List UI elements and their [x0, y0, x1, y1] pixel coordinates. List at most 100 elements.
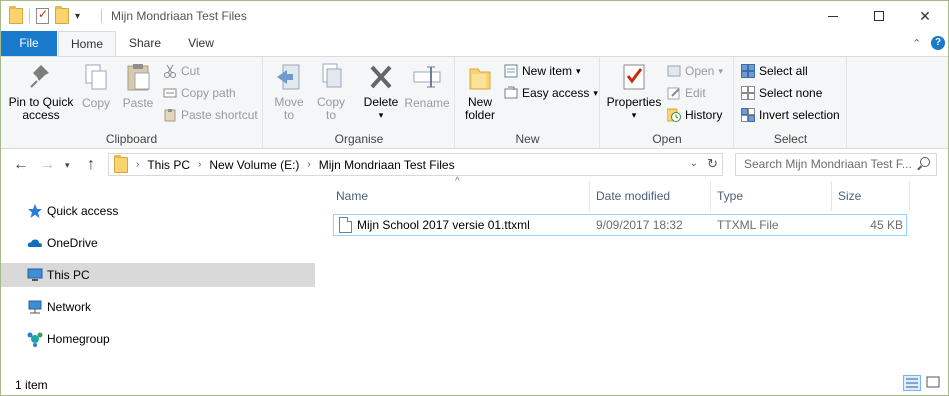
nav-label: Quick access	[47, 204, 119, 218]
delete-dropdown-icon[interactable]: ▾	[360, 109, 402, 122]
history-button[interactable]: History	[666, 105, 722, 125]
cut-button[interactable]: Cut	[163, 61, 200, 81]
select-none-label: Select none	[759, 86, 823, 100]
close-button[interactable]: ✕	[902, 1, 948, 31]
nav-item-this-pc[interactable]: This PC	[1, 263, 315, 287]
new-item-button[interactable]: New item ▾	[504, 61, 581, 81]
copy-to-icon	[315, 61, 347, 93]
new-group: New folder New item ▾ Easy access ▾ New	[456, 57, 600, 149]
new-folder-icon[interactable]	[55, 6, 69, 24]
nav-item-onedrive[interactable]: OneDrive	[1, 231, 315, 255]
copy-to-button[interactable]: Copy to	[312, 61, 350, 122]
table-row[interactable]: Mijn School 2017 versie 01.ttxml 9/09/20…	[333, 214, 907, 236]
copy-button[interactable]: Copy	[77, 61, 115, 110]
back-arrow-icon[interactable]: ←	[13, 156, 29, 174]
pin-to-quick-access-button[interactable]: Pin to Quick access	[7, 61, 75, 122]
tab-view[interactable]: View	[174, 31, 228, 56]
new-item-label: New item	[522, 64, 573, 78]
minimize-button[interactable]	[810, 1, 856, 31]
refresh-icon[interactable]: ↻	[707, 156, 718, 172]
move-to-icon	[273, 61, 305, 93]
nav-item-quick-access[interactable]: Quick access	[1, 199, 315, 223]
breadcrumb-chevron-icon[interactable]: ›	[136, 159, 139, 170]
maximize-icon	[874, 11, 884, 21]
nav-item-network[interactable]: Network	[1, 295, 315, 319]
nav-item-homegroup[interactable]: Homegroup	[1, 327, 315, 351]
search-input[interactable]: Search Mijn Mondriaan Test F...	[735, 153, 937, 176]
organise-group-label: Organise	[334, 132, 384, 146]
breadcrumb-volume[interactable]: New Volume (E:)	[209, 158, 299, 172]
tab-home[interactable]: Home	[58, 31, 116, 57]
collapse-ribbon-icon[interactable]: ⌃	[912, 37, 921, 50]
invert-selection-button[interactable]: Invert selection	[741, 105, 840, 125]
pin-icon	[25, 61, 57, 93]
paste-button[interactable]: Paste	[117, 61, 159, 110]
breadcrumb-current-folder[interactable]: Mijn Mondriaan Test Files	[319, 158, 455, 172]
breadcrumb-chevron-icon[interactable]: ›	[307, 159, 310, 170]
move-to-button[interactable]: Move to	[270, 61, 308, 122]
cut-label: Cut	[181, 64, 200, 78]
edit-label: Edit	[685, 86, 706, 100]
new-item-dropdown-icon: ▾	[576, 66, 581, 76]
edit-icon	[667, 86, 681, 100]
new-folder-icon	[464, 61, 496, 93]
breadcrumb-this-pc[interactable]: This PC	[147, 158, 190, 172]
delete-icon	[365, 61, 397, 93]
easy-access-label: Easy access	[522, 86, 590, 100]
maximize-button[interactable]	[856, 1, 902, 31]
address-bar[interactable]: › This PC › New Volume (E:) › Mijn Mondr…	[108, 153, 723, 176]
help-icon[interactable]: ?	[931, 36, 945, 50]
ribbon-tabs: File Home Share View ⌃	[1, 31, 948, 57]
copy-path-button[interactable]: Copy path	[163, 83, 236, 103]
breadcrumb-chevron-icon[interactable]: ›	[198, 159, 201, 170]
properties-dropdown-icon[interactable]: ▾	[605, 109, 663, 122]
column-header-type[interactable]: Type	[712, 181, 832, 211]
details-view-button[interactable]	[903, 375, 921, 391]
select-all-button[interactable]: Select all	[741, 61, 808, 81]
column-header-date-modified[interactable]: Date modified	[591, 181, 711, 211]
search-placeholder: Search Mijn Mondriaan Test F...	[744, 157, 912, 171]
forward-arrow-icon[interactable]: →	[39, 156, 55, 174]
easy-access-button[interactable]: Easy access ▾	[504, 83, 598, 103]
item-count: 1 item	[15, 378, 48, 392]
easy-access-icon	[504, 86, 518, 100]
new-folder-button[interactable]: New folder	[460, 61, 500, 122]
properties-icon[interactable]	[36, 7, 49, 24]
nav-label: OneDrive	[47, 236, 98, 250]
select-all-label: Select all	[759, 64, 808, 78]
invert-selection-label: Invert selection	[759, 108, 840, 122]
address-dropdown-icon[interactable]: ⌄	[690, 158, 698, 169]
select-group-label: Select	[773, 132, 808, 146]
rename-label: Rename	[404, 96, 450, 110]
select-none-button[interactable]: Select none	[741, 83, 822, 103]
delete-button[interactable]: Delete ▾	[360, 61, 402, 122]
column-header-name[interactable]: Name	[331, 181, 590, 211]
details-view-icon	[906, 378, 918, 388]
open-group-label: Open	[652, 132, 682, 146]
properties-button[interactable]: Properties ▾	[605, 61, 663, 122]
invert-selection-icon	[741, 108, 755, 122]
copy-icon	[80, 61, 112, 93]
close-icon: ✕	[919, 7, 931, 24]
explorer-window: ▾ Mijn Mondriaan Test Files ✕ File Home …	[0, 0, 949, 396]
network-icon	[27, 299, 43, 315]
edit-button[interactable]: Edit	[667, 83, 706, 103]
recent-locations-icon[interactable]: ▾	[65, 160, 70, 171]
tab-file[interactable]: File	[1, 31, 57, 56]
paste-shortcut-button[interactable]: Paste shortcut	[163, 105, 258, 125]
star-icon	[27, 203, 43, 219]
clipboard-group: Pin to Quick access Copy Paste Cut Copy …	[1, 57, 263, 149]
tab-share[interactable]: Share	[118, 31, 172, 56]
toolbar-divider	[29, 9, 30, 23]
copy-path-icon	[163, 86, 177, 100]
title-divider	[101, 9, 102, 23]
column-header-size[interactable]: Size	[833, 181, 910, 211]
paste-shortcut-label: Paste shortcut	[181, 108, 258, 122]
rename-button[interactable]: Rename	[404, 61, 450, 110]
search-icon	[920, 157, 930, 167]
customize-toolbar-icon[interactable]: ▾	[75, 11, 80, 22]
up-arrow-icon[interactable]: ↑	[87, 156, 95, 174]
large-icons-view-button[interactable]	[925, 375, 943, 391]
homegroup-icon	[27, 331, 43, 347]
open-button[interactable]: Open ▾	[667, 61, 723, 81]
